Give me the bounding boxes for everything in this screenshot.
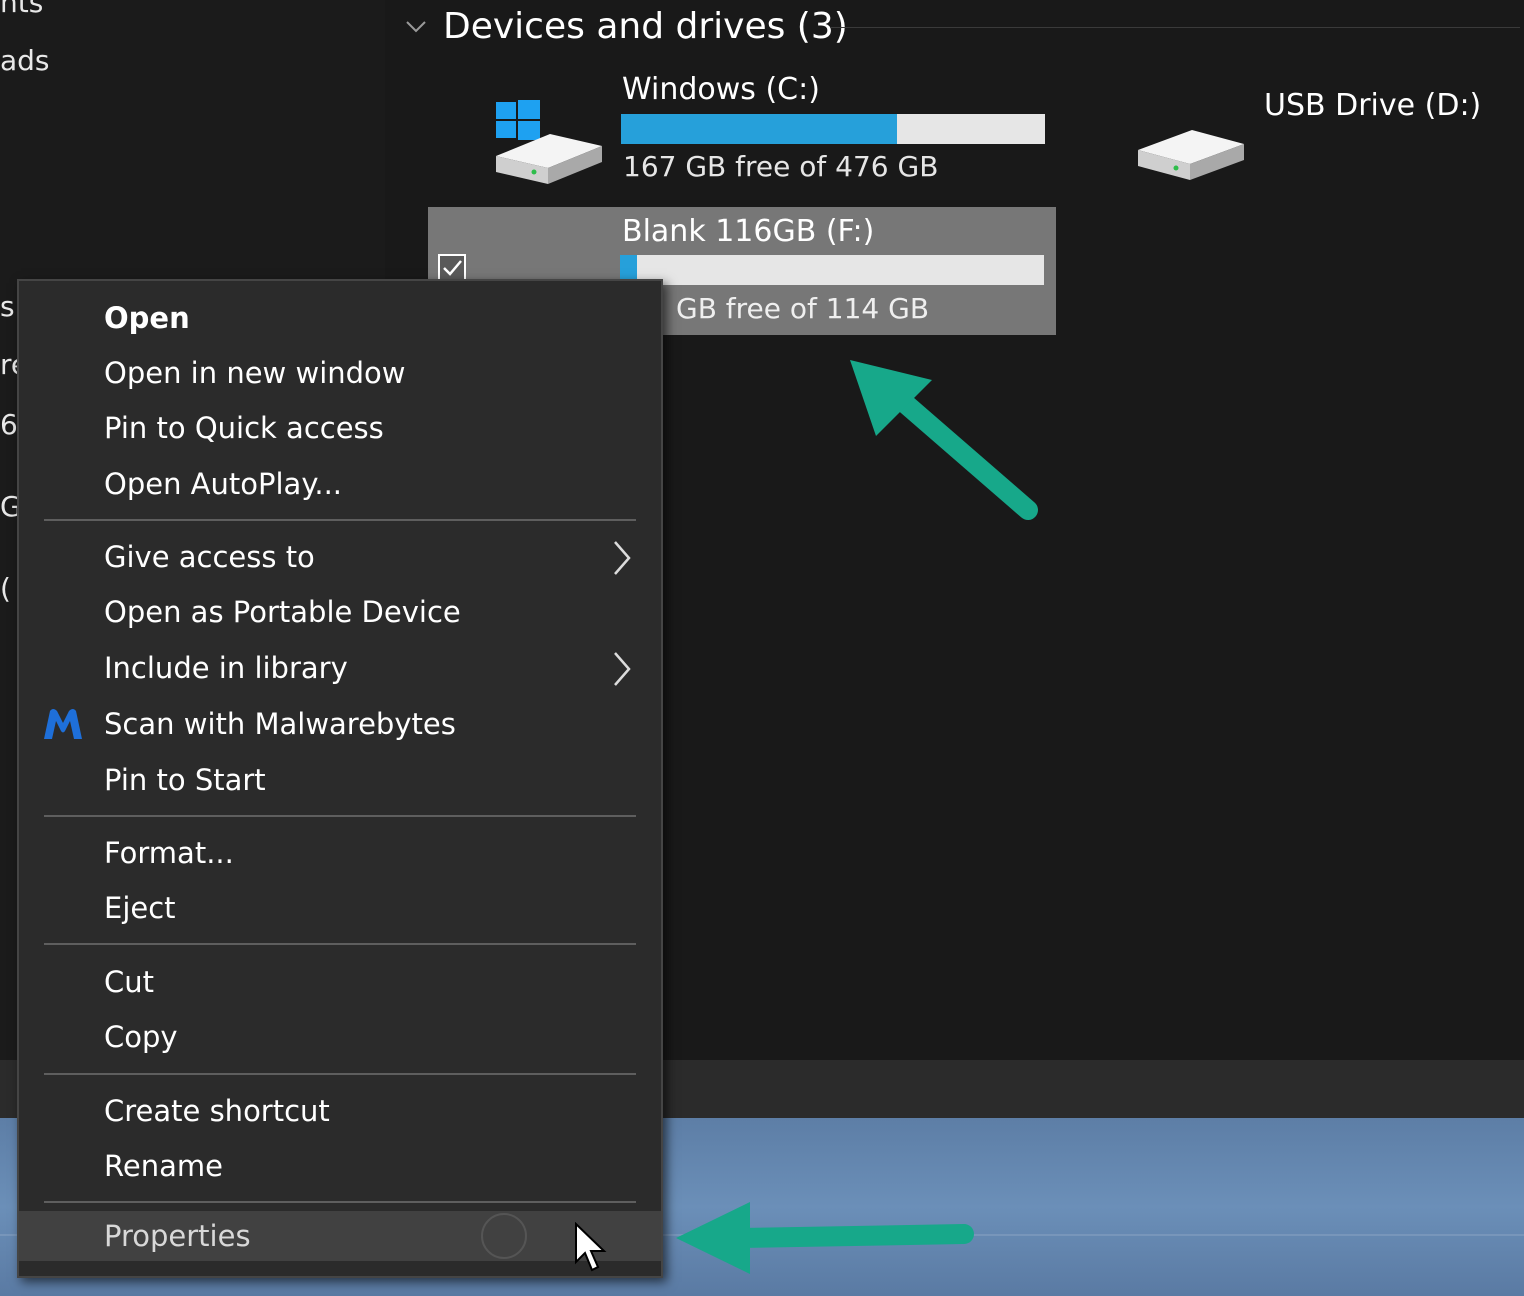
- menu-item-label: Open AutoPlay...: [104, 467, 343, 501]
- menu-item-label: Open as Portable Device: [104, 595, 461, 629]
- menu-item-label: Create shortcut: [104, 1094, 330, 1128]
- menu-item-label: Cut: [104, 965, 154, 999]
- menu-item-scan-malwarebytes[interactable]: Scan with Malwarebytes: [19, 699, 661, 749]
- chevron-right-icon: [614, 541, 631, 575]
- menu-item-properties[interactable]: Properties: [19, 1211, 661, 1261]
- nav-item-fragment[interactable]: 6: [0, 408, 18, 441]
- menu-item-create-shortcut[interactable]: Create shortcut: [19, 1086, 661, 1136]
- checkmark-icon: [443, 260, 462, 276]
- nav-item-fragment[interactable]: ads: [0, 44, 50, 77]
- menu-item-open-new-window[interactable]: Open in new window: [19, 348, 661, 398]
- menu-item-copy[interactable]: Copy: [19, 1012, 661, 1062]
- group-divider: [830, 27, 1520, 28]
- menu-item-label: Format...: [104, 836, 234, 870]
- usb-drive-icon: [1138, 130, 1244, 180]
- menu-item-label: Eject: [104, 891, 176, 925]
- drive-f-free-space: GB free of 114 GB: [676, 292, 930, 325]
- menu-item-pin-quick-access[interactable]: Pin to Quick access: [19, 403, 661, 453]
- drive-d-tile[interactable]: USB Drive (D:): [1130, 86, 1510, 196]
- menu-item-label: Copy: [104, 1020, 178, 1054]
- menu-item-open[interactable]: Open: [19, 293, 661, 343]
- click-indicator-ring: [481, 1213, 527, 1259]
- group-title: Devices and drives (3): [443, 5, 848, 47]
- menu-item-label: Scan with Malwarebytes: [104, 707, 456, 741]
- chevron-right-icon: [614, 652, 631, 686]
- menu-item-label: Include in library: [104, 651, 348, 685]
- annotation-arrow-up-left: [850, 360, 1038, 520]
- menu-item-pin-to-start[interactable]: Pin to Start: [19, 755, 661, 805]
- mouse-pointer-icon: [575, 1222, 607, 1272]
- menu-item-label: Rename: [104, 1149, 223, 1183]
- drive-c-name: Windows (C:): [622, 72, 820, 107]
- menu-separator: [44, 1201, 636, 1203]
- drive-c-tile[interactable]: Windows (C:) 167 GB free of 476 GB: [490, 70, 1050, 190]
- menu-item-give-access[interactable]: Give access to: [19, 532, 661, 582]
- menu-item-open-portable-device[interactable]: Open as Portable Device: [19, 587, 661, 637]
- malwarebytes-icon: [44, 709, 82, 739]
- drive-d-name: USB Drive (D:): [1264, 88, 1482, 123]
- menu-item-include-in-library[interactable]: Include in library: [19, 643, 661, 693]
- drive-f-usage-bar: [620, 255, 1044, 285]
- menu-item-rename[interactable]: Rename: [19, 1141, 661, 1191]
- annotation-arrow-left: [676, 1202, 974, 1274]
- context-menu: Open Open in new window Pin to Quick acc…: [17, 279, 663, 1278]
- menu-item-cut[interactable]: Cut: [19, 957, 661, 1007]
- chevron-down-icon[interactable]: [405, 15, 427, 37]
- drive-c-usage-bar: [621, 114, 1045, 144]
- menu-item-label: Open: [104, 301, 190, 335]
- menu-item-label: Properties: [104, 1219, 251, 1253]
- menu-item-label: Open in new window: [104, 356, 406, 390]
- menu-separator: [44, 1073, 636, 1075]
- menu-item-label: Pin to Start: [104, 763, 266, 797]
- drive-c-free-space: 167 GB free of 476 GB: [623, 150, 939, 183]
- menu-item-label: Pin to Quick access: [104, 411, 384, 445]
- group-header[interactable]: Devices and drives (3): [405, 0, 848, 52]
- menu-separator: [44, 815, 636, 817]
- menu-item-label: Give access to: [104, 540, 315, 574]
- menu-separator: [44, 943, 636, 945]
- menu-separator: [44, 519, 636, 521]
- menu-item-open-autoplay[interactable]: Open AutoPlay...: [19, 459, 661, 509]
- nav-item-fragment[interactable]: s: [0, 290, 15, 323]
- windows-drive-icon: [496, 100, 602, 184]
- nav-item-fragment[interactable]: (: [0, 572, 11, 605]
- drive-f-checkbox[interactable]: [438, 254, 466, 282]
- menu-item-eject[interactable]: Eject: [19, 883, 661, 933]
- drive-c-usage-fill: [621, 114, 897, 144]
- menu-item-format[interactable]: Format...: [19, 828, 661, 878]
- nav-item-fragment[interactable]: nts: [0, 0, 43, 19]
- drive-f-name: Blank 116GB (F:): [622, 214, 875, 249]
